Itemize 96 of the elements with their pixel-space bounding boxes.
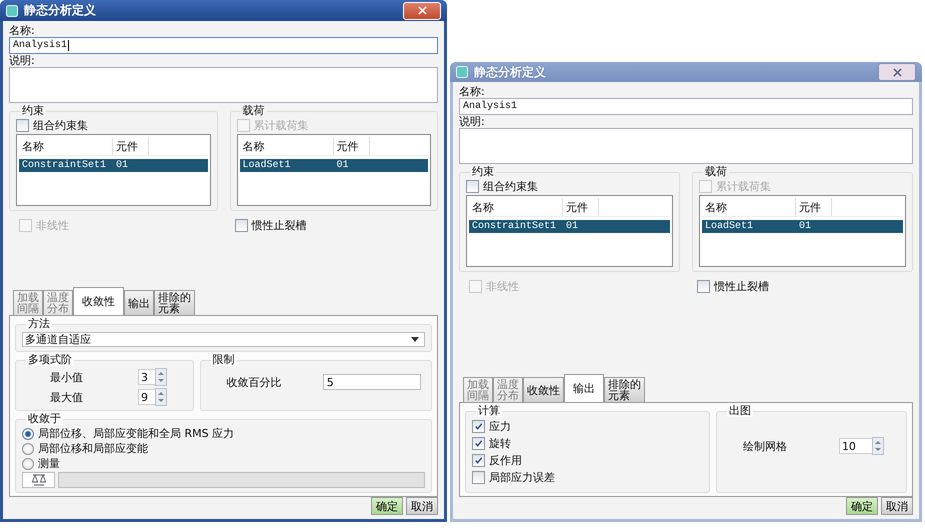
checkbox-label: 应力 (489, 419, 511, 434)
table-cell-text: 01 (565, 220, 580, 233)
tab[interactable]: 排除的元素 (604, 377, 645, 402)
window-title: 静态分析定义 (24, 2, 97, 19)
app-icon (456, 66, 468, 78)
checkbox-label: 反作用 (489, 453, 522, 468)
tab[interactable]: 输出 (124, 290, 154, 315)
checkbox[interactable] (472, 471, 485, 484)
group-title: 约束 (20, 104, 46, 117)
column-header[interactable]: 元件 (563, 198, 599, 216)
list-row[interactable]: ConstraintSet1 01 (19, 159, 208, 172)
column-header[interactable]: 元件 (113, 137, 149, 155)
checkbox[interactable] (472, 454, 485, 467)
column-header[interactable]: 名称 (240, 137, 334, 155)
checkbox-label: 累计载荷集 (716, 180, 771, 193)
measure-button[interactable] (22, 472, 55, 488)
text-area[interactable] (459, 128, 913, 164)
dialog-button[interactable]: 取消 (881, 497, 913, 515)
group-title: 收敛于 (26, 412, 63, 425)
checkbox-label: 旋转 (489, 436, 511, 451)
dropdown[interactable]: 多通道自适应 (22, 332, 425, 347)
group-title: 出图 (726, 404, 753, 417)
close-icon (892, 68, 902, 76)
checkbox-label: 惯性止裂槽 (252, 218, 306, 233)
checkbox[interactable] (472, 420, 485, 433)
field-label: 名称: (9, 24, 36, 37)
spinner-icon[interactable] (155, 368, 167, 386)
number-field[interactable]: 3 (138, 369, 155, 385)
radio-label: 测量 (38, 457, 60, 470)
checkbox-label: 组合约束集 (33, 119, 88, 132)
group-title: 约束 (470, 165, 496, 178)
checkbox[interactable] (472, 437, 485, 450)
number-field[interactable]: 10 (838, 438, 872, 454)
table-cell-text: 01 (798, 220, 812, 233)
radio-button[interactable] (22, 442, 34, 454)
tab[interactable]: 输出 (564, 374, 604, 402)
app-icon (6, 4, 18, 16)
checkbox-label: 累计载荷集 (254, 119, 308, 132)
table-cell-text: ConstraintSet1 (21, 159, 108, 172)
column-header[interactable]: 元件 (334, 137, 370, 155)
checkbox-label: 局部应力误差 (489, 470, 555, 485)
field-label: 收敛百分比 (226, 376, 283, 388)
radio-button[interactable] (22, 458, 34, 470)
text-area[interactable] (9, 67, 438, 103)
scales-icon (30, 474, 46, 486)
spinner-icon[interactable] (872, 437, 884, 455)
table-cell-text: LoadSet1 (242, 159, 292, 172)
checkbox-label: 惯性止裂槽 (714, 279, 769, 294)
dialog-button[interactable]: 确定 (371, 497, 403, 515)
radio-label: 局部位移、局部应变能和全局 RMS 应力 (38, 427, 234, 440)
list-row[interactable]: ConstraintSet1 01 (469, 220, 670, 233)
checkbox[interactable] (234, 219, 248, 232)
list-row[interactable]: LoadSet1 01 (240, 159, 428, 172)
radio-button[interactable] (22, 428, 34, 440)
field-label: 最小值 (50, 370, 84, 384)
checkbox-label: 非线性 (36, 218, 69, 233)
close-button[interactable] (878, 63, 916, 81)
field-label: 说明: (459, 115, 486, 128)
column-header[interactable]: 名称 (702, 198, 796, 216)
table-cell-text: 01 (336, 159, 350, 172)
group-title: 计算 (476, 404, 502, 417)
tab[interactable]: 排除的元素 (154, 290, 195, 315)
tab[interactable]: 收敛性 (523, 377, 564, 402)
field-label: 说明: (9, 54, 36, 67)
close-icon (418, 6, 426, 15)
list-row[interactable]: LoadSet1 01 (702, 220, 903, 233)
checkbox[interactable] (16, 119, 29, 132)
column-header[interactable]: 元件 (796, 198, 832, 216)
dialog-button[interactable]: 取消 (406, 497, 438, 515)
column-header[interactable]: 名称 (19, 137, 113, 155)
table-cell-text: LoadSet1 (704, 220, 754, 233)
tab[interactable]: 收敛性 (73, 287, 124, 315)
group-title: 载荷 (240, 104, 266, 117)
field-label: 绘制网格 (742, 440, 788, 452)
group-title: 方法 (26, 317, 52, 330)
input-field[interactable]: 5 (322, 374, 421, 390)
checkbox[interactable] (697, 280, 710, 293)
field-label: 名称: (459, 85, 486, 98)
caret-icon (411, 337, 419, 342)
field-label: 最大值 (50, 390, 84, 404)
dialog-button[interactable]: 确定 (846, 497, 878, 515)
checkbox-label: 组合约束集 (483, 180, 538, 193)
checkbox-label: 非线性 (486, 279, 519, 294)
input-field[interactable]: Analysis1 (459, 98, 913, 115)
column-header[interactable]: 名称 (469, 198, 563, 216)
spinner-icon[interactable] (155, 388, 167, 406)
window-title: 静态分析定义 (474, 64, 547, 80)
checkbox[interactable] (466, 180, 479, 193)
input-field[interactable]: Analysis1 (9, 37, 438, 54)
group-title: 限制 (210, 353, 237, 366)
group-title: 载荷 (703, 165, 729, 178)
number-field[interactable]: 9 (138, 389, 155, 405)
radio-label: 局部位移和局部应变能 (38, 442, 148, 455)
table-cell-text: 01 (115, 159, 130, 172)
group-title: 多项式阶 (26, 353, 74, 366)
table-cell-text: ConstraintSet1 (471, 220, 558, 233)
